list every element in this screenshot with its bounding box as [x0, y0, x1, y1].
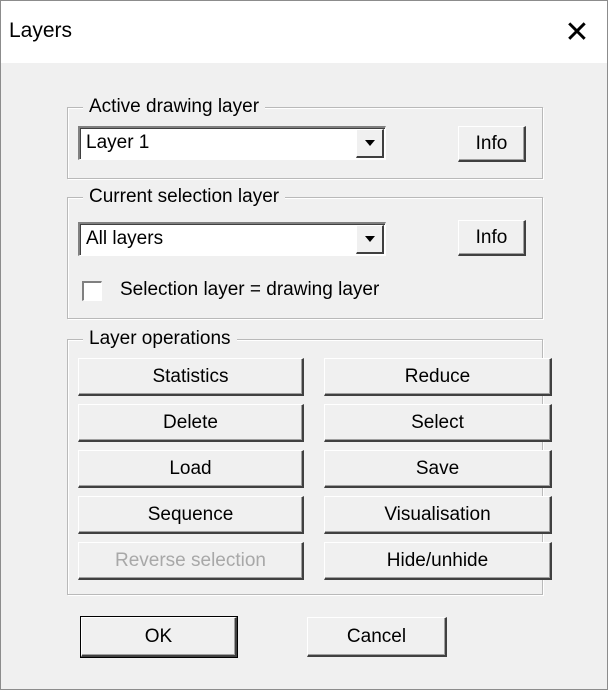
chevron-down-icon: [364, 236, 375, 242]
cancel-button[interactable]: Cancel: [307, 617, 447, 657]
delete-label: Delete: [163, 411, 218, 433]
layers-dialog: Layers ✕ Active drawing layer Layer 1 In…: [0, 0, 608, 690]
visualisation-label: Visualisation: [384, 503, 491, 525]
load-label: Load: [169, 457, 212, 479]
reverse-selection-button: Reverse selection: [78, 542, 304, 580]
load-button[interactable]: Load: [78, 450, 304, 488]
title-bar: Layers ✕: [1, 1, 607, 63]
delete-button[interactable]: Delete: [78, 404, 304, 442]
selection-equals-drawing-checkbox[interactable]: [82, 281, 102, 301]
reverse-selection-label: Reverse selection: [114, 549, 267, 571]
current-selection-layer-dropdown-button[interactable]: [356, 225, 384, 254]
close-button[interactable]: ✕: [547, 1, 607, 63]
current-selection-layer-label: Current selection layer: [83, 185, 286, 209]
cancel-label: Cancel: [346, 625, 407, 647]
select-button[interactable]: Select: [324, 404, 552, 442]
ok-label: OK: [144, 625, 173, 647]
active-drawing-layer-label: Active drawing layer: [83, 95, 266, 119]
layer-operations-label: Layer operations: [83, 327, 237, 351]
save-button[interactable]: Save: [324, 450, 552, 488]
hide-unhide-button[interactable]: Hide/unhide: [324, 542, 552, 580]
select-label: Select: [411, 411, 464, 433]
close-icon: ✕: [564, 15, 590, 49]
window-title: Layers: [9, 19, 73, 42]
selection-layer-info-button[interactable]: Info: [458, 220, 526, 256]
active-drawing-layer-value: Layer 1: [86, 132, 150, 153]
chevron-down-icon: [364, 140, 375, 146]
active-drawing-layer-dropdown-button[interactable]: [356, 129, 384, 158]
reduce-label: Reduce: [404, 365, 471, 387]
save-label: Save: [415, 457, 460, 479]
current-selection-layer-select[interactable]: All layers: [78, 222, 386, 256]
active-layer-info-button[interactable]: Info: [458, 126, 526, 162]
dialog-body: Active drawing layer Layer 1 Info Curren…: [11, 63, 597, 683]
layer-operations-group: Layer operations Statistics Reduce Delet…: [67, 327, 552, 595]
visualisation-button[interactable]: Visualisation: [324, 496, 552, 534]
active-drawing-layer-select[interactable]: Layer 1: [78, 126, 386, 160]
sequence-label: Sequence: [147, 503, 234, 525]
hide-unhide-label: Hide/unhide: [386, 549, 489, 571]
ok-button[interactable]: OK: [80, 616, 238, 658]
active-drawing-layer-group: Active drawing layer Layer 1 Info: [67, 95, 543, 179]
current-selection-layer-group: Current selection layer All layers Info …: [67, 185, 543, 319]
sequence-button[interactable]: Sequence: [78, 496, 304, 534]
selection-equals-drawing-label[interactable]: Selection layer = drawing layer: [120, 279, 379, 301]
statistics-label: Statistics: [152, 365, 229, 387]
statistics-button[interactable]: Statistics: [78, 358, 304, 396]
current-selection-layer-value: All layers: [86, 228, 164, 249]
reduce-button[interactable]: Reduce: [324, 358, 552, 396]
selection-layer-info-label: Info: [475, 226, 508, 248]
active-layer-info-label: Info: [475, 132, 508, 154]
